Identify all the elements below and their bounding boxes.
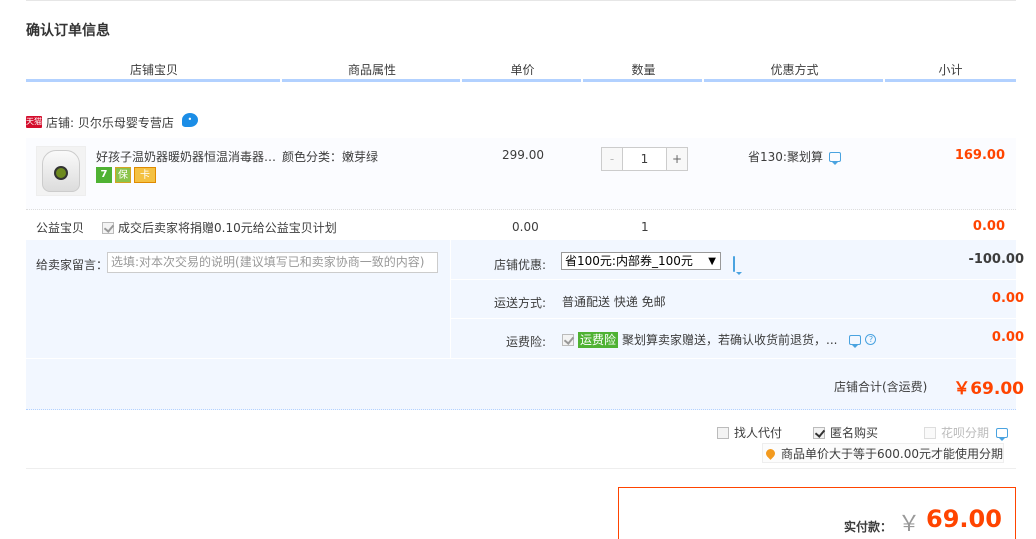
header-underline (885, 79, 1016, 82)
top-divider (26, 0, 1016, 1)
comment-icon[interactable] (849, 334, 862, 348)
header-underline (26, 79, 280, 82)
charity-quantity: 1 (641, 220, 649, 234)
item-subtotal: 169.00 (954, 148, 1005, 163)
shop-name[interactable]: 店铺: 贝尔乐母婴专营店 (46, 114, 174, 131)
shop-total-label: 店铺合计(含运费) (834, 380, 928, 394)
quantity-decrease-button[interactable]: - (601, 147, 623, 171)
charity-info: 成交后卖家将捐赠0.10元给公益宝贝计划 (102, 219, 337, 236)
credit-card-icon[interactable]: 卡 (134, 167, 156, 183)
guarantee-icon[interactable]: 保 (115, 167, 131, 183)
charity-text: 成交后卖家将捐赠0.10元给公益宝贝计划 (118, 221, 337, 235)
huabei-notice-text: 商品单价大于等于600.00元才能使用分期 (781, 446, 1003, 461)
charity-checkbox (102, 221, 114, 234)
coupon-select[interactable]: 省100元:内部券_100元 ▼ (561, 252, 721, 270)
huabei-option: 花呗分期 (924, 424, 1009, 441)
seven-day-return-icon[interactable]: 7 (96, 167, 112, 183)
shipping-label: 运送方式: (493, 296, 546, 310)
column-header-quantity: 数量 (631, 63, 656, 77)
insurance-badge: 运费险 (578, 331, 619, 348)
column-header-discount: 优惠方式 (770, 63, 819, 77)
chat-icon[interactable]: • (181, 113, 198, 127)
anonymous-label: 匿名购买 (830, 426, 879, 440)
column-header-subtotal: 小计 (938, 63, 963, 77)
location-pin-icon (764, 446, 777, 460)
item-attribute: 颜色分类：嫩芽绿 (282, 150, 379, 164)
proxy-pay-option[interactable]: 找人代付 (717, 424, 782, 441)
dropdown-arrow-icon: ▼ (708, 256, 716, 267)
insurance-value: 0.00 (991, 330, 1024, 345)
coupon-value: -100.00 (968, 252, 1024, 267)
quantity-input[interactable]: 1 (623, 147, 666, 171)
item-unit-price: 299.00 (502, 148, 544, 162)
charity-label: 公益宝贝 (36, 221, 85, 235)
panel-divider (26, 358, 1016, 359)
discount-info: 省130:聚划算 (748, 148, 841, 165)
anonymous-option[interactable]: 匿名购买 (813, 424, 878, 441)
shop-total-value: ￥69.00 (953, 379, 1024, 399)
insurance-info: 运费险 聚划算卖家赠送，若确认收货前退货，... ? (562, 331, 877, 348)
panel-divider (450, 318, 1016, 319)
header-underline (704, 79, 883, 82)
payment-amount: 69.00 (926, 505, 1002, 533)
coupon-label: 店铺优惠: (493, 258, 546, 272)
shop-header: 天猫 店铺: 贝尔乐母婴专营店 • (26, 112, 198, 132)
header-underline (282, 79, 460, 82)
coupon-selected-value: 省100元:内部券_100元 (565, 254, 693, 268)
column-header-unit-price: 单价 (510, 63, 535, 77)
proxy-pay-checkbox[interactable] (717, 426, 729, 439)
comment-icon[interactable] (828, 151, 841, 165)
column-header-shop-item: 店铺宝贝 (129, 63, 178, 77)
header-underline (462, 79, 581, 82)
anonymous-checkbox[interactable] (813, 426, 825, 439)
shipping-value: 0.00 (991, 291, 1024, 306)
help-icon[interactable]: ? (865, 334, 877, 345)
column-header-attributes: 商品属性 (347, 63, 396, 77)
currency-symbol: ￥ (898, 512, 921, 537)
service-icons: 7 保 卡 (96, 167, 156, 183)
quantity-stepper: - 1 + (601, 147, 688, 171)
charity-price: 0.00 (512, 220, 539, 234)
insurance-text: 聚划算卖家赠送，若确认收货前退货，... (622, 333, 838, 347)
charity-subtotal: 0.00 (972, 219, 1005, 234)
discount-text: 省130:聚划算 (748, 150, 823, 164)
huabei-notice: 商品单价大于等于600.00元才能使用分期 (762, 443, 1004, 463)
proxy-pay-label: 找人代付 (734, 426, 783, 440)
comment-icon[interactable] (733, 256, 735, 272)
insurance-label: 运费险: (505, 335, 546, 349)
item-title-link[interactable]: 好孩子温奶器暖奶器恒温消毒器… (96, 148, 276, 165)
header-underline (583, 79, 702, 82)
page-title: 确认订单信息 (26, 23, 110, 39)
quantity-increase-button[interactable]: + (666, 147, 688, 171)
seller-message-input[interactable]: 选填:对本次交易的说明(建议填写已和卖家协商一致的内容) (107, 252, 438, 273)
seller-message-label: 给卖家留言： (36, 258, 109, 272)
panel-divider (450, 279, 1016, 280)
payment-label: 实付款： (844, 520, 893, 534)
insurance-checkbox (562, 333, 574, 346)
section-divider (26, 468, 1016, 469)
shipping-method: 普通配送 快递 免邮 (562, 295, 666, 309)
tmall-icon: 天猫 (26, 116, 42, 128)
product-image-detail (54, 166, 68, 180)
comment-icon[interactable] (996, 427, 1009, 441)
huabei-label: 花呗分期 (941, 426, 990, 440)
huabei-checkbox (924, 426, 936, 439)
